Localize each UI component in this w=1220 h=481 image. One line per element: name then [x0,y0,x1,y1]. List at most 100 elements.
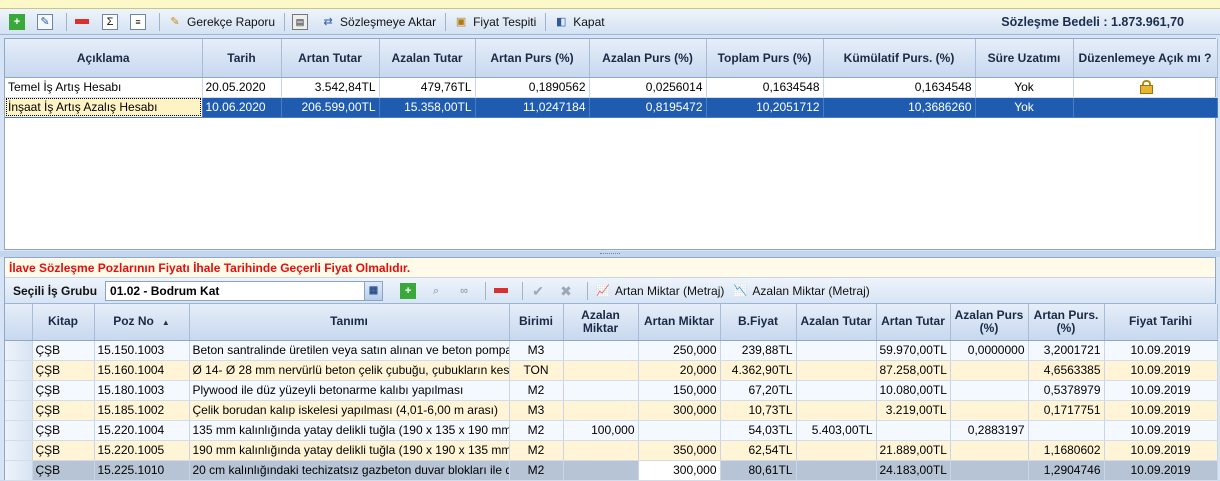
cell[interactable]: 0,1634548 [706,77,824,98]
cell[interactable]: 10.09.2019 [1104,420,1218,441]
cell[interactable]: 59.970,00TL [876,340,951,361]
cancel-button[interactable]: ✖ [555,280,581,302]
cell-editing[interactable]: 300,000 [638,460,721,481]
cell[interactable]: TON [509,360,564,381]
cell[interactable]: 21.889,00TL [876,440,951,461]
cell[interactable]: M2 [509,380,564,401]
col-birimi[interactable]: Birimi [509,304,564,341]
cell[interactable]: M3 [509,400,564,421]
table-row[interactable]: ÇŞB 15.160.1004 Ø 14- Ø 28 mm nervürlü b… [5,360,1218,381]
cell[interactable]: 62,54TL [720,440,797,461]
row-indicator[interactable] [5,420,33,441]
cell[interactable]: 15.358,00TL [379,97,476,118]
cell[interactable]: 135 mm kalınlığında yatay delikli tuğla … [189,420,510,441]
cell[interactable]: 54,03TL [720,420,797,441]
cell[interactable]: M2 [509,440,564,461]
cell[interactable]: 190 mm kalınlığında yatay delikli tuğla … [189,440,510,461]
col-duzenlemeye-acik[interactable]: Düzenlemeye Açık mı ? [1073,39,1218,78]
cell[interactable]: 11,0247184 [475,97,590,118]
cell[interactable]: 4.362,90TL [720,360,797,381]
col-toplam-purs[interactable]: Toplam Purs (%) [706,39,824,78]
row-indicator[interactable] [5,380,33,401]
cell[interactable]: 300,000 [638,400,721,421]
col-aciklama[interactable]: Açıklama [5,39,203,78]
cell[interactable]: 15.185.1002 [94,400,190,421]
cell[interactable] [950,440,1029,461]
cell[interactable]: 20.05.2020 [202,77,282,98]
table-row[interactable]: Temel İş Artış Hesabı 20.05.2020 3.542,8… [5,77,1218,98]
search-item-button[interactable]: ⌕ [425,280,451,302]
col-kitap[interactable]: Kitap [32,304,95,341]
cell[interactable]: 15.180.1003 [94,380,190,401]
cell[interactable] [563,380,639,401]
cell[interactable]: 20,000 [638,360,721,381]
remove-item-button[interactable] [490,280,516,302]
cell[interactable]: 20 cm kalınlığındaki techizatsız gazbeto… [189,460,510,481]
col-azalan-purs[interactable]: Azalan Purs (%) [589,39,707,78]
cell[interactable]: ÇŞB [32,400,95,421]
row-indicator[interactable] [5,360,33,381]
cell[interactable]: 10.09.2019 [1104,360,1218,381]
cell[interactable] [563,460,639,481]
cell[interactable]: 10,3686260 [823,97,976,118]
cell[interactable] [950,360,1029,381]
col-kumulatif-purs[interactable]: Kümülatif Purs. (%) [823,39,976,78]
cell[interactable]: Yok [975,97,1074,118]
cell[interactable] [1028,420,1105,441]
azalan-metraj-button[interactable]: 📉 Azalan Miktar (Metraj) [729,280,872,302]
col-poz-no[interactable]: Poz No ▲ [94,304,190,341]
cell[interactable] [563,440,639,461]
cell[interactable]: Beton santralinde üretilen veya satın al… [189,340,510,361]
cell[interactable]: 0,2883197 [950,420,1029,441]
cell[interactable]: 0,0000000 [950,340,1029,361]
cell[interactable]: Temel İş Artış Hesabı [5,77,203,98]
cell[interactable]: 10.09.2019 [1104,460,1218,481]
cell[interactable]: M2 [509,460,564,481]
col-fiyat-tarihi[interactable]: Fiyat Tarihi [1104,304,1218,341]
cell[interactable]: İnşaat İş Artış Azalış Hesabı [5,97,203,118]
table-row[interactable]: ÇŞB 15.180.1003 Plywood ile düz yüzeyli … [5,380,1218,401]
col-artan-tutar[interactable]: Artan Tutar [281,39,380,78]
cell[interactable]: 10,2051712 [706,97,824,118]
calendar-icon[interactable]: ▦ [364,281,383,300]
cell[interactable] [796,360,877,381]
cell[interactable]: 250,000 [638,340,721,361]
cell[interactable]: 10.09.2019 [1104,440,1218,461]
cell[interactable] [1073,77,1218,98]
cell[interactable]: 0,1890562 [475,77,590,98]
cell[interactable]: 0,5378979 [1028,380,1105,401]
sum-button[interactable]: Σ [99,11,125,33]
col-azalan-miktar[interactable]: Azalan Miktar [563,304,639,341]
col-sure-uzatimi[interactable]: Süre Uzatımı [975,39,1074,78]
cell[interactable]: Çelik borudan kalıp iskelesi yapılması (… [189,400,510,421]
cell[interactable]: 100,000 [563,420,639,441]
cell[interactable] [638,420,721,441]
edit-button[interactable]: ✎ [34,11,60,33]
cell[interactable] [796,340,877,361]
table-row-selected[interactable]: ÇŞB 15.225.1010 20 cm kalınlığındaki tec… [5,460,1218,481]
cell[interactable]: 15.225.1010 [94,460,190,481]
cell[interactable]: 24.183,00TL [876,460,951,481]
cell[interactable]: Yok [975,77,1074,98]
cell[interactable]: 0,1634548 [823,77,976,98]
cell[interactable]: ÇŞB [32,340,95,361]
cell[interactable] [1073,97,1218,118]
print-button[interactable]: ▤ [289,11,315,33]
cell[interactable]: ÇŞB [32,380,95,401]
cell[interactable]: 239,88TL [720,340,797,361]
col-artan-miktar[interactable]: Artan Miktar [638,304,721,341]
cell[interactable]: ÇŞB [32,420,95,441]
col-artan-tutar[interactable]: Artan Tutar [876,304,951,341]
cell[interactable]: 3.219,00TL [876,400,951,421]
cell[interactable]: Plywood ile düz yüzeyli betonarme kalıbı… [189,380,510,401]
cell[interactable] [950,400,1029,421]
cell[interactable]: M3 [509,340,564,361]
col-azalan-purs[interactable]: Azalan Purs (%) [950,304,1029,341]
cell[interactable]: 67,20TL [720,380,797,401]
find-item-button[interactable]: ∞ [453,280,479,302]
cell[interactable]: 15.220.1004 [94,420,190,441]
cell[interactable]: Ø 14- Ø 28 mm nervürlü beton çelik çubuğ… [189,360,510,381]
document-button[interactable]: ≡ [127,11,153,33]
table-row[interactable]: ÇŞB 15.220.1005 190 mm kalınlığında yata… [5,440,1218,461]
cell[interactable]: 3,2001721 [1028,340,1105,361]
